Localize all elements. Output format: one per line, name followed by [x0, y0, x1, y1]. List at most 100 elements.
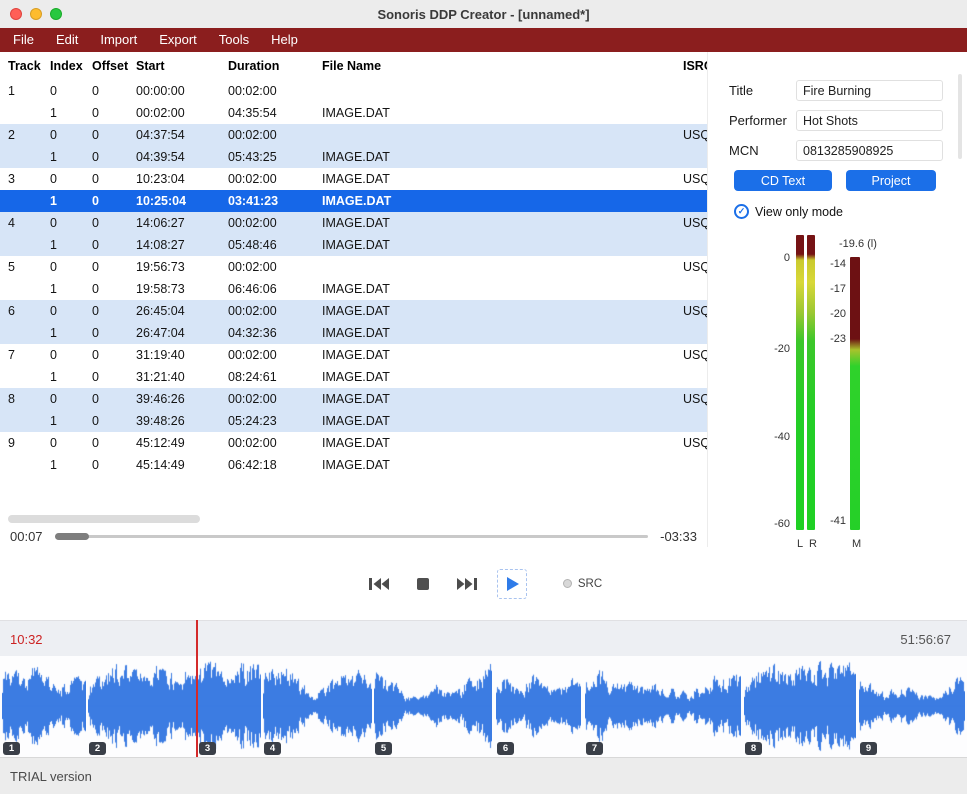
table-cell: IMAGE.DAT: [322, 392, 683, 406]
table-cell: 1: [50, 414, 92, 428]
track-row[interactable]: 1000:02:0004:35:54IMAGE.DAT: [0, 102, 707, 124]
track-row[interactable]: 1039:48:2605:24:23IMAGE.DAT: [0, 410, 707, 432]
track-marker-7[interactable]: 7: [586, 742, 603, 755]
track-marker-4[interactable]: 4: [264, 742, 281, 755]
seek-track[interactable]: [55, 535, 649, 538]
table-cell: 3: [8, 172, 50, 186]
minimize-button[interactable]: [30, 8, 42, 20]
track-row[interactable]: 70031:19:4000:02:00IMAGE.DATUSQ: [0, 344, 707, 366]
table-cell: IMAGE.DAT: [322, 414, 683, 428]
waveform-segment-6[interactable]: [496, 659, 581, 753]
table-cell: 0: [92, 84, 136, 98]
track-marker-6[interactable]: 6: [497, 742, 514, 755]
table-cell: 0: [92, 436, 136, 450]
menu-import[interactable]: Import: [89, 28, 148, 52]
main-area: TrackIndexOffsetStartDurationFile NameIS…: [0, 52, 967, 547]
track-marker-1[interactable]: 1: [3, 742, 20, 755]
table-cell: 08:24:61: [228, 370, 322, 384]
waveform-segment-3[interactable]: [198, 659, 261, 753]
track-row[interactable]: 50019:56:7300:02:00USQ: [0, 256, 707, 278]
track-row-selected[interactable]: 1010:25:0403:41:23IMAGE.DAT: [0, 190, 707, 212]
track-row[interactable]: 10000:00:0000:02:00: [0, 80, 707, 102]
menu-tools[interactable]: Tools: [208, 28, 260, 52]
menu-file[interactable]: File: [2, 28, 45, 52]
track-table: 10000:00:0000:02:001000:02:0004:35:54IMA…: [0, 80, 707, 476]
title-field[interactable]: [796, 80, 943, 101]
menu-help[interactable]: Help: [260, 28, 309, 52]
stop-button[interactable]: [409, 570, 437, 598]
zoom-button[interactable]: [50, 8, 62, 20]
table-cell: IMAGE.DAT: [322, 370, 683, 384]
table-header: TrackIndexOffsetStartDurationFile NameIS…: [0, 52, 707, 80]
track-row[interactable]: 1014:08:2705:48:46IMAGE.DAT: [0, 234, 707, 256]
stop-icon: [415, 576, 431, 592]
track-marker-3[interactable]: 3: [199, 742, 216, 755]
track-row[interactable]: 60026:45:0400:02:00IMAGE.DATUSQ: [0, 300, 707, 322]
mono-scale-label: -14: [804, 258, 846, 270]
waveform-segment-1[interactable]: [2, 659, 86, 753]
table-cell: 1: [50, 326, 92, 340]
table-cell: 0: [92, 282, 136, 296]
panel-scrollbar[interactable]: [958, 74, 962, 159]
playhead-cursor[interactable]: [196, 620, 198, 757]
table-cell: 31:21:40: [136, 370, 228, 384]
table-cell: 39:46:26: [136, 392, 228, 406]
seek-slider[interactable]: [55, 530, 649, 542]
window-title: Sonoris DDP Creator - [unnamed*]: [0, 7, 967, 22]
table-cell: 0: [92, 392, 136, 406]
table-cell: USQ: [683, 128, 707, 142]
hscrollbar-thumb[interactable]: [8, 515, 200, 523]
track-marker-5[interactable]: 5: [375, 742, 392, 755]
track-row[interactable]: 1045:14:4906:42:18IMAGE.DAT: [0, 454, 707, 476]
track-marker-9[interactable]: 9: [860, 742, 877, 755]
table-cell: 0: [92, 458, 136, 472]
skip-forward-icon: [456, 576, 478, 592]
waveform-segment-8[interactable]: [744, 659, 856, 753]
track-row[interactable]: 30010:23:0400:02:00IMAGE.DATUSQ: [0, 168, 707, 190]
track-row[interactable]: 1031:21:4008:24:61IMAGE.DAT: [0, 366, 707, 388]
menu-edit[interactable]: Edit: [45, 28, 89, 52]
track-row[interactable]: 90045:12:4900:02:00IMAGE.DATUSQ: [0, 432, 707, 454]
track-row[interactable]: 1019:58:7306:46:06IMAGE.DAT: [0, 278, 707, 300]
table-cell: 31:19:40: [136, 348, 228, 362]
prev-track-button[interactable]: [365, 570, 393, 598]
track-row[interactable]: 80039:46:2600:02:00IMAGE.DATUSQ: [0, 388, 707, 410]
track-marker-8[interactable]: 8: [745, 742, 762, 755]
waveform-segment-4[interactable]: [263, 659, 372, 753]
view-only-checkbox[interactable]: ✓: [734, 204, 749, 219]
project-button[interactable]: Project: [846, 170, 936, 191]
table-cell: 45:14:49: [136, 458, 228, 472]
waveform-segment-7[interactable]: [585, 659, 741, 753]
menubar: FileEditImportExportToolsHelp: [0, 28, 967, 52]
meter-bar-left: [796, 235, 804, 530]
table-cell: IMAGE.DAT: [322, 348, 683, 362]
table-cell: 0: [50, 84, 92, 98]
view-only-label: View only mode: [755, 205, 843, 219]
table-cell: 0: [50, 436, 92, 450]
column-header-file-name: File Name: [322, 59, 683, 73]
close-button[interactable]: [10, 8, 22, 20]
table-hscrollbar[interactable]: [0, 513, 707, 525]
mcn-field[interactable]: [796, 140, 943, 161]
waveform-segment-5[interactable]: [374, 659, 492, 753]
table-cell: 0: [50, 392, 92, 406]
table-cell: 14:08:27: [136, 238, 228, 252]
performer-field[interactable]: [796, 110, 943, 131]
table-cell: 5: [8, 260, 50, 274]
track-row[interactable]: 1004:39:5405:43:25IMAGE.DAT: [0, 146, 707, 168]
track-row[interactable]: 40014:06:2700:02:00IMAGE.DATUSQ: [0, 212, 707, 234]
seek-handle[interactable]: [55, 533, 89, 540]
play-button[interactable]: [497, 569, 527, 599]
src-control[interactable]: SRC: [563, 578, 602, 590]
track-marker-2[interactable]: 2: [89, 742, 106, 755]
cd-text-button[interactable]: CD Text: [734, 170, 832, 191]
waveform-segment-2[interactable]: [88, 659, 196, 753]
table-cell: 0: [50, 128, 92, 142]
track-row[interactable]: 1026:47:0404:32:36IMAGE.DAT: [0, 322, 707, 344]
total-time: 51:56:67: [900, 632, 951, 647]
track-row[interactable]: 20004:37:5400:02:00USQ: [0, 124, 707, 146]
next-track-button[interactable]: [453, 570, 481, 598]
menu-export[interactable]: Export: [148, 28, 208, 52]
waveform-display[interactable]: 1 2 3 4 5 6 7 8 9: [0, 656, 967, 757]
waveform-segment-9[interactable]: [859, 659, 965, 753]
